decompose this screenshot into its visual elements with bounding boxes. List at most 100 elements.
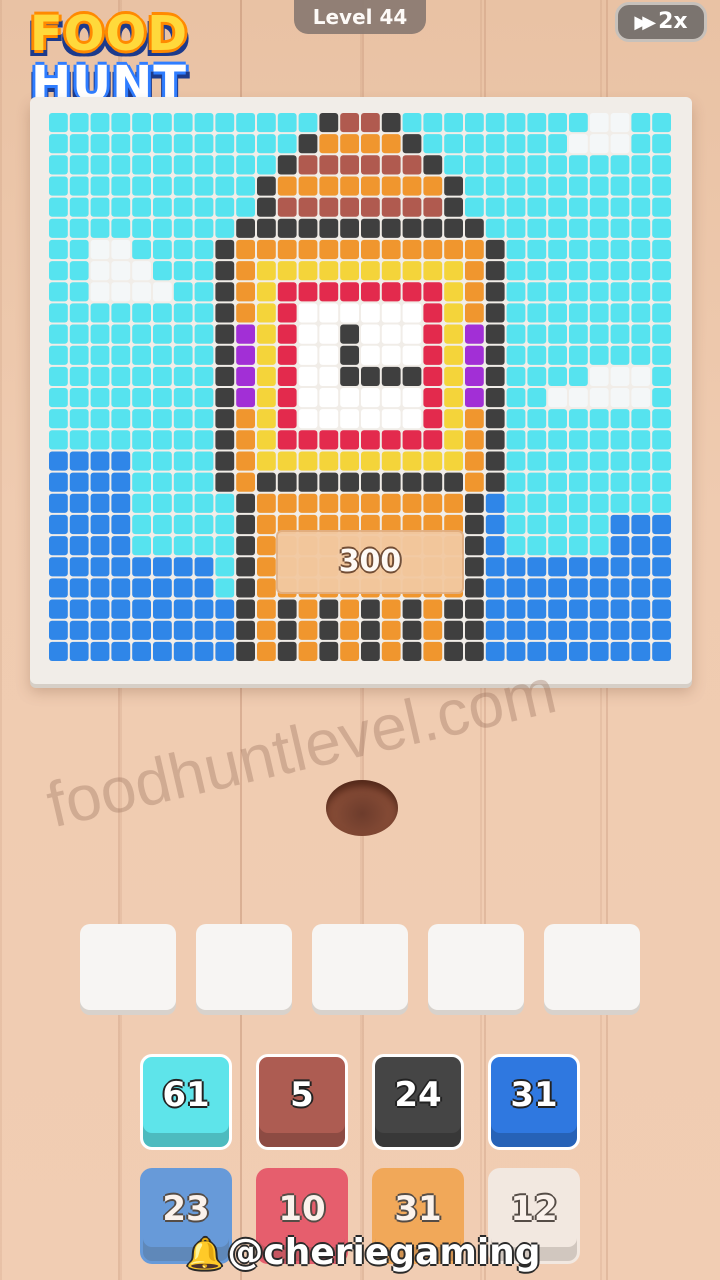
pixel-cell (298, 345, 318, 365)
pixel-cell (215, 472, 235, 492)
pixel-cell (485, 620, 505, 640)
pixel-cell (49, 451, 68, 471)
pixel-cell (90, 514, 110, 535)
pixel-cell (506, 197, 526, 217)
pixel-cell (236, 493, 255, 513)
pixel-cell (90, 261, 110, 281)
tray-slot-3[interactable] (312, 924, 408, 1010)
pixel-cell (548, 176, 567, 196)
pixel-cell (194, 641, 214, 661)
pixel-cell (298, 472, 318, 492)
pixel-cell (465, 345, 484, 365)
pixel-cell (381, 430, 401, 450)
pixel-cell (485, 155, 505, 175)
pixel-cell (506, 303, 526, 323)
tray-slot-2[interactable] (196, 924, 292, 1010)
pixel-cell (69, 409, 89, 429)
tray-slot-4[interactable] (428, 924, 524, 1010)
pixel-cell (402, 282, 422, 302)
color-tile[interactable]: 5 (256, 1054, 348, 1150)
pixel-cell (298, 197, 318, 217)
pixel-cell (257, 303, 276, 323)
pixel-cell (215, 451, 235, 471)
pixel-cell (465, 578, 484, 598)
pixel-cell (49, 176, 68, 196)
pixel-cell (173, 176, 193, 196)
pixel-cell (215, 239, 235, 260)
pixel-cell (153, 345, 172, 365)
pixel-cell (361, 239, 380, 260)
pixel-cell (652, 345, 671, 365)
pixel-cell (277, 134, 297, 154)
pixel-cell (610, 388, 630, 408)
pixel-cell (465, 430, 484, 450)
pixel-cell (652, 176, 671, 196)
pixel-cell (277, 218, 297, 238)
pixel-cell (527, 557, 547, 577)
pixel-cell (444, 239, 463, 260)
pixel-cell (236, 366, 255, 386)
pixel-cell (423, 451, 443, 471)
pixel-cell (361, 451, 380, 471)
pixel-cell (215, 557, 235, 577)
pixel-cell (569, 282, 588, 302)
pixel-cell (69, 155, 89, 175)
pixel-cell (215, 641, 235, 661)
pixel-cell (49, 239, 68, 260)
pixel-cell (298, 409, 318, 429)
pixel-cell (444, 218, 463, 238)
pixel-cell (652, 578, 671, 598)
pixel-cell (589, 493, 609, 513)
pixel-cell (485, 303, 505, 323)
pixel-cell (90, 155, 110, 175)
pixel-cell (652, 451, 671, 471)
pixel-cell (236, 282, 255, 302)
pixel-cell (423, 472, 443, 492)
pixel-cell (444, 303, 463, 323)
pixel-cell (444, 134, 463, 154)
pixel-cell (610, 451, 630, 471)
pixel-cell (111, 388, 131, 408)
pixel-cell (215, 536, 235, 556)
pixel-cell (319, 451, 339, 471)
pixel-cell (506, 599, 526, 619)
pixel-cell (111, 176, 131, 196)
pixel-cell (589, 620, 609, 640)
pixel-cell (506, 239, 526, 260)
pixel-cell (631, 345, 651, 365)
pixel-cell (153, 218, 172, 238)
pixel-cell (527, 176, 547, 196)
pixel-cell (631, 451, 651, 471)
pixel-cell (652, 409, 671, 429)
color-tile[interactable]: 61 (140, 1054, 232, 1150)
pixel-cell (569, 620, 588, 640)
pixel-cell (173, 282, 193, 302)
pixel-cell (111, 430, 131, 450)
pixel-cell (215, 197, 235, 217)
pixel-cell (548, 472, 567, 492)
pixel-cell (465, 218, 484, 238)
tray-slot-5[interactable] (544, 924, 640, 1010)
pixel-cell (90, 472, 110, 492)
pixel-cell (236, 430, 255, 450)
pixel-cell (652, 641, 671, 661)
pixel-cell (90, 409, 110, 429)
pixel-cell (485, 324, 505, 344)
pixel-cell (361, 599, 380, 619)
pixel-cell (49, 557, 68, 577)
pixel-cell (340, 388, 359, 408)
pixel-cell (631, 324, 651, 344)
pixel-cell (257, 451, 276, 471)
pixel-cell (69, 599, 89, 619)
tray-slot-1[interactable] (80, 924, 176, 1010)
pixel-cell (506, 514, 526, 535)
pixel-cell (465, 282, 484, 302)
color-tile[interactable]: 24 (372, 1054, 464, 1150)
speed-toggle-button[interactable]: ▶▶ 2x (615, 2, 707, 42)
pixel-cell (444, 324, 463, 344)
color-tile[interactable]: 31 (488, 1054, 580, 1150)
pixel-cell (90, 493, 110, 513)
pixel-cell (49, 366, 68, 386)
pixel-cell (589, 578, 609, 598)
pixel-cell (319, 388, 339, 408)
